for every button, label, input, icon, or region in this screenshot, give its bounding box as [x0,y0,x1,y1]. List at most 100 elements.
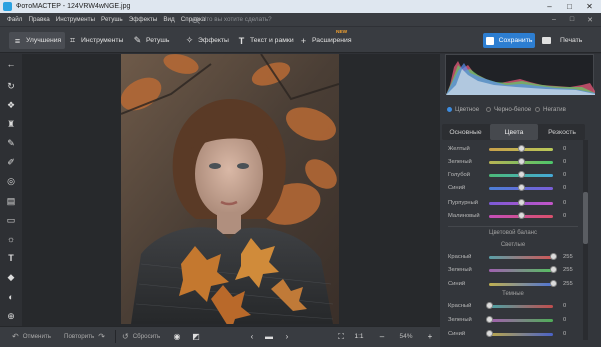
next-image-button[interactable]: › [280,330,294,343]
eye-icon[interactable]: ◉ [170,330,184,343]
menu-edit[interactable]: Правка [28,16,49,23]
slider-value: 255 [563,267,573,273]
zoom-out-button[interactable]: – [375,330,389,343]
slider-knob[interactable] [549,266,557,273]
tab-basic[interactable]: Основные [442,124,489,140]
left-toolbar: ← ↻ ❖ ♜ ✎ ✐ ◎ ▤ ▭ ☼ T ◆ ◐ ⊕ [0,54,22,326]
slider-knob[interactable] [517,145,525,152]
new-badge: NEW [336,30,348,35]
maximize-button[interactable]: □ [560,0,579,13]
slider-knob[interactable] [517,212,525,219]
slider-knob[interactable] [485,302,493,309]
close-window-button[interactable]: ✕ [580,0,599,13]
compare-icon[interactable]: ◩ [189,330,203,343]
photo-preview[interactable] [121,54,339,324]
pencil-icon[interactable]: ✎ [5,137,17,149]
slider-knob[interactable] [517,171,525,178]
print-button-label: Печать [560,37,583,44]
mode-negative-radio[interactable]: Негатив [535,106,566,113]
menu-file[interactable]: Файл [7,16,22,23]
radio-selected-icon [447,107,452,112]
divider [448,226,578,227]
panel-close-button[interactable]: ✕ [584,13,596,26]
undo-button[interactable]: ↶ Отменить [12,330,51,343]
frame-icon[interactable]: ▭ [5,214,17,226]
zoom-in-button[interactable]: + [423,330,437,343]
slider-track[interactable] [489,333,553,336]
slider-knob[interactable] [517,158,525,165]
brush-icon: ✎ [133,35,142,45]
slider-value: 0 [563,159,567,165]
search-field[interactable]: Что вы хотите сделать? [192,14,312,25]
fit-screen-icon[interactable]: ⛶ [334,330,348,343]
tab-effects[interactable]: ✧ Эффекты [185,32,229,49]
slider-track[interactable] [489,305,553,308]
slider-label: Малиновый [448,213,480,219]
tab-colors[interactable]: Цвета [490,124,538,140]
tab-text-frames-label: Текст и рамки [250,37,294,44]
slider-row: Синий 255 [448,279,578,290]
slider-label: Зеленый [448,317,472,323]
tab-sharpness[interactable]: Резкость [539,124,585,140]
slider-knob[interactable] [517,184,525,191]
panel-minimize-button[interactable]: – [548,13,560,26]
panel-restore-button[interactable]: □ [566,13,578,26]
slider-value: 0 [563,146,567,152]
slider-knob[interactable] [485,330,493,337]
text-icon[interactable]: T [5,252,17,264]
back-arrow-icon[interactable]: ← [5,58,17,70]
undo-icon: ↶ [12,332,19,341]
slider-value: 255 [563,281,573,287]
menu-tools[interactable]: Инструменты [56,16,95,23]
prev-image-button[interactable]: ‹ [245,330,259,343]
stamp-icon[interactable]: ♜ [5,118,17,130]
floppy-disk-icon [485,36,494,45]
tab-tools[interactable]: ⌗ Инструменты [68,32,123,49]
slider-value: 0 [563,331,567,337]
print-button[interactable]: Печать [542,33,586,48]
plus-circle-icon[interactable]: ⊕ [5,310,17,322]
menu-effects[interactable]: Эффекты [129,16,158,23]
radio-icon [535,107,540,112]
tab-enhancements[interactable]: ≡ Улучшения [9,32,66,49]
color-drop-icon[interactable]: ❖ [5,99,17,111]
slider-label: Красный [448,303,472,309]
slider-knob[interactable] [517,199,525,206]
panel-scrollbar[interactable] [583,140,588,340]
slider-knob[interactable] [485,316,493,323]
magic-wand-icon: ✧ [185,35,194,45]
redo-button[interactable]: Повторить ↷ [64,330,109,343]
tab-text-frames[interactable]: T Текст и рамки [237,32,294,49]
color-palette-icon[interactable]: ◐ [5,291,17,303]
slider-row: Малиновый 0 [448,211,578,222]
slider-track[interactable] [489,319,553,322]
mode-bw-radio[interactable]: Черно-белое [486,106,531,113]
gradient-icon[interactable]: ▤ [5,195,17,207]
rotate-icon[interactable]: ↻ [5,80,17,92]
brush-icon[interactable]: ✐ [5,156,17,168]
slider-knob[interactable] [549,280,557,287]
tab-retouch[interactable]: ✎ Ретушь [133,32,170,49]
slider-value: 0 [563,185,567,191]
folder-icon[interactable]: ▬ [262,330,276,343]
actual-size-button[interactable]: 1:1 [352,330,366,343]
slider-row: Голубой 0 [448,170,578,181]
mode-bw-label: Черно-белое [494,106,532,113]
slider-track[interactable] [489,269,553,272]
target-icon[interactable]: ◎ [5,175,17,187]
sun-icon[interactable]: ☼ [5,233,17,245]
slider-knob[interactable] [549,253,557,260]
undo-label: Отменить [22,333,51,340]
crop-icon: ⌗ [69,35,76,45]
scrollbar-thumb[interactable] [583,192,588,244]
minimize-button[interactable]: – [540,0,559,13]
save-button[interactable]: Сохранить [483,33,535,48]
mode-color-radio[interactable]: Цветное [447,106,479,113]
slider-track[interactable] [489,256,553,259]
menu-view[interactable]: Вид [163,16,174,23]
title-bar: ФотоМАСТЕР - 124VRW4wNGE.jpg – □ ✕ [0,0,601,13]
menu-retouch[interactable]: Ретушь [101,16,123,23]
slider-track[interactable] [489,283,553,286]
reset-button[interactable]: ↺ Сбросить [122,330,160,343]
bucket-icon[interactable]: ◆ [5,271,17,283]
